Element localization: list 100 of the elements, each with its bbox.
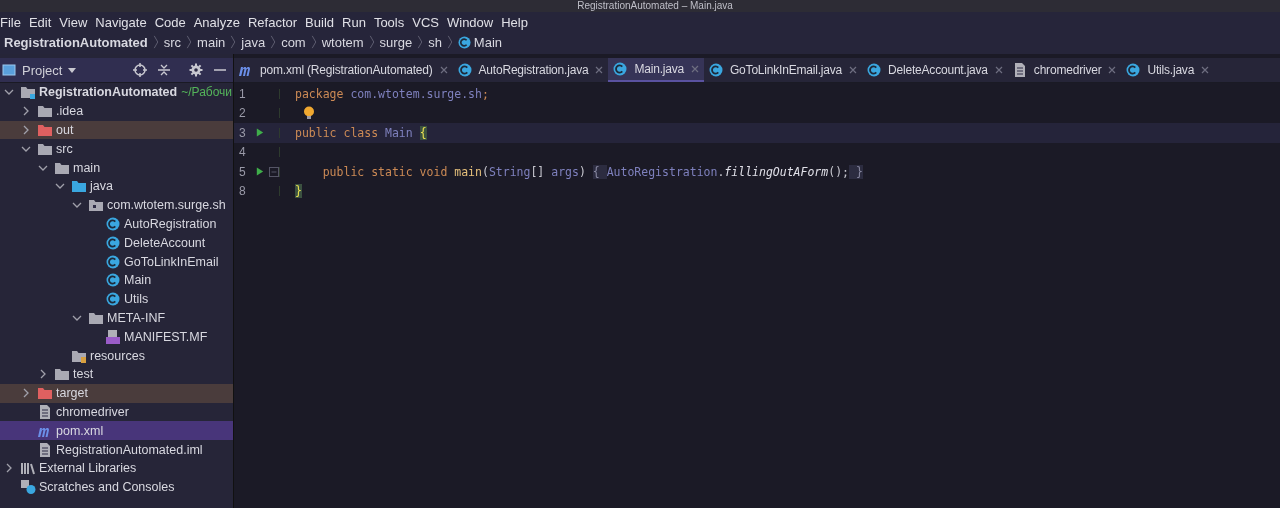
tree-row[interactable]: RegistrationAutomated.iml: [0, 440, 233, 459]
menu-item[interactable]: Navigate: [95, 14, 152, 30]
menu-item[interactable]: Build: [305, 14, 339, 30]
tree-row[interactable]: target: [0, 383, 233, 403]
tree-label: Utils: [124, 292, 149, 307]
editor-tab[interactable]: AutoRegistration.java: [452, 58, 609, 82]
lightbulb-icon[interactable]: [303, 106, 315, 121]
dropdown-icon[interactable]: [68, 67, 77, 73]
collapse-icon[interactable]: [157, 63, 171, 77]
tree-row[interactable]: RegistrationAutomated ~/Рабочи: [0, 83, 233, 102]
code-line: public class Main {: [295, 125, 427, 140]
run-icon[interactable]: [256, 128, 264, 138]
tree-row[interactable]: main: [0, 158, 233, 177]
folder-icon: [71, 348, 87, 363]
editor-tab[interactable]: chromedriver: [1007, 58, 1122, 82]
class-icon: [612, 62, 629, 76]
chevron-icon: [310, 35, 317, 49]
tree-row[interactable]: GoToLinkInEmail: [0, 252, 233, 271]
close-icon[interactable]: [595, 66, 604, 74]
path-hint: ~/Рабочи: [181, 85, 233, 100]
breadcrumb[interactable]: surge: [379, 34, 413, 50]
folder-icon: [37, 386, 53, 401]
tree-row[interactable]: META-INF: [0, 308, 233, 328]
class-icon: [1125, 63, 1142, 77]
editor-tab[interactable]: DeleteAccount.java: [862, 58, 1008, 82]
close-icon[interactable]: [994, 66, 1003, 74]
tree-row[interactable]: com.wtotem.surge.sh: [0, 195, 233, 215]
tree-row[interactable]: External Libraries: [0, 458, 233, 478]
menu-item[interactable]: Refactor: [247, 14, 303, 30]
tree-label: target: [56, 386, 88, 401]
tree-row[interactable]: .idea: [0, 101, 233, 121]
tree-row[interactable]: test: [0, 364, 233, 384]
folder-icon: [71, 179, 87, 194]
class-icon: [457, 35, 471, 49]
class-icon: [866, 63, 883, 77]
chevron-icon: [230, 35, 237, 49]
menu-item[interactable]: Run: [342, 14, 371, 30]
tree-label: DeleteAccount: [124, 235, 206, 250]
panel-title[interactable]: Project: [22, 62, 63, 78]
tree-label: resources: [90, 348, 145, 363]
tree-row[interactable]: pom.xml: [0, 421, 233, 441]
breadcrumb[interactable]: src: [163, 34, 182, 50]
line-number: 4: [238, 145, 247, 160]
folder-icon: [88, 310, 104, 325]
tree-row[interactable]: Utils: [0, 289, 233, 309]
menu-item[interactable]: Tools: [373, 14, 410, 30]
tree-label: META-INF: [107, 310, 166, 325]
chevron-icon: [417, 35, 424, 49]
breadcrumb[interactable]: sh: [428, 34, 442, 50]
tree-label: .idea: [56, 104, 84, 119]
file-icon: [37, 404, 53, 419]
tree-row[interactable]: AutoRegistration: [0, 214, 233, 234]
menu-item[interactable]: Code: [154, 14, 191, 30]
line-number: 8: [238, 184, 247, 199]
menu-item[interactable]: File: [0, 14, 26, 30]
tree-row[interactable]: DeleteAccount: [0, 233, 233, 253]
tree-label: Scratches and Consoles: [39, 480, 175, 495]
editor-tab[interactable]: Utils.java: [1121, 58, 1215, 82]
run-icon[interactable]: [256, 167, 264, 177]
breadcrumb[interactable]: java: [241, 34, 266, 50]
close-icon[interactable]: [1201, 66, 1210, 74]
tree-row[interactable]: Main: [0, 270, 233, 290]
tree-row[interactable]: Scratches and Consoles: [0, 477, 233, 497]
breadcrumb[interactable]: main: [197, 34, 226, 50]
editor-tab[interactable]: Main.java: [608, 58, 704, 82]
close-icon[interactable]: [439, 66, 448, 74]
tree-label: AutoRegistration: [124, 216, 217, 231]
menu-item[interactable]: Analyze: [193, 14, 245, 30]
tree-label: GoToLinkInEmail: [124, 254, 219, 269]
settings-icon[interactable]: [189, 63, 203, 77]
tree-label: chromedriver: [56, 404, 129, 419]
class-icon: [105, 273, 121, 288]
breadcrumb[interactable]: wtotem: [321, 34, 364, 50]
breadcrumb[interactable]: com: [281, 34, 306, 50]
tree-label: test: [73, 367, 94, 382]
line-number: 1: [238, 86, 247, 101]
breadcrumb[interactable]: Main: [473, 34, 503, 50]
tree-row[interactable]: resources: [0, 346, 233, 365]
editor-tab[interactable]: pom.xml (RegistrationAutomated): [234, 58, 453, 82]
menu-item[interactable]: View: [59, 14, 93, 30]
menu-item[interactable]: VCS: [412, 14, 444, 30]
tree-row[interactable]: out: [0, 120, 233, 140]
close-icon[interactable]: [1108, 66, 1117, 74]
tree-row[interactable]: java: [0, 177, 233, 196]
tree-label: MANIFEST.MF: [124, 329, 208, 344]
tree-row[interactable]: chromedriver: [0, 402, 233, 422]
editor-tab[interactable]: GoToLinkInEmail.java: [704, 58, 863, 82]
tree-row[interactable]: src: [0, 139, 233, 159]
folder-icon: [37, 123, 53, 137]
scratches-icon: [20, 480, 36, 495]
close-icon[interactable]: [849, 66, 858, 74]
crosshair-icon[interactable]: [133, 63, 147, 77]
menu-item[interactable]: Help: [501, 14, 533, 30]
breadcrumb[interactable]: RegistrationAutomated: [4, 34, 148, 50]
tree-label: RegistrationAutomated: [39, 85, 178, 100]
code-line: public static void main(String[] args) { AutoRegistration.fillingOutAForm(); }: [321, 164, 863, 179]
tree-label: out: [56, 123, 74, 137]
menu-item[interactable]: Edit: [28, 14, 57, 30]
tree-row[interactable]: MANIFEST.MF: [0, 327, 233, 347]
menu-item[interactable]: Window: [446, 14, 499, 30]
